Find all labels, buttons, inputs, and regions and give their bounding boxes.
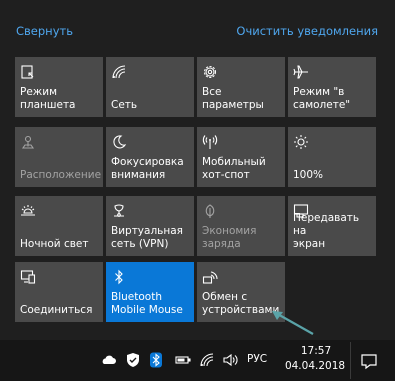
tile-label: Передавать на экран <box>293 212 360 250</box>
tile-network[interactable]: Сеть <box>106 57 194 117</box>
action-center: Свернуть Очистить уведомления Режим план… <box>0 0 395 340</box>
taskbar-divider <box>350 342 351 379</box>
tile-night-light[interactable]: Ночной свет <box>15 196 103 256</box>
clock-date[interactable]: 04.04.2018 <box>283 359 347 374</box>
clear-notifications-link[interactable]: Очистить уведомления <box>236 24 378 38</box>
moon-icon <box>111 134 127 150</box>
tile-label: Ночной свет <box>20 238 89 250</box>
wifi-icon[interactable] <box>199 352 215 368</box>
gear-icon <box>202 64 218 80</box>
action-center-icon[interactable] <box>356 348 382 374</box>
hotspot-icon <box>202 134 218 150</box>
location-icon <box>20 134 36 150</box>
collapse-link[interactable]: Свернуть <box>16 24 73 38</box>
volume-icon[interactable] <box>222 352 238 368</box>
bluetooth-tray-icon[interactable] <box>148 352 164 368</box>
tile-battery-saver[interactable]: Экономия заряда <box>197 196 285 256</box>
tile-airplane-mode[interactable]: Режим "в самолете" <box>288 57 376 117</box>
bluetooth-icon <box>111 269 127 285</box>
tile-label: Режим планшета <box>20 86 76 111</box>
tile-label: Bluetooth Mobile Mouse <box>111 291 183 316</box>
defender-icon[interactable] <box>125 352 141 368</box>
tile-bluetooth[interactable]: Bluetooth Mobile Mouse <box>106 262 194 322</box>
onedrive-icon[interactable] <box>100 352 116 368</box>
battery-saver-icon <box>202 203 218 219</box>
tablet-mode-icon <box>20 64 36 80</box>
tile-label: Все параметры <box>202 86 264 111</box>
tile-mobile-hotspot[interactable]: Мобильный хот-спот <box>197 127 285 187</box>
tile-focus-assist[interactable]: Фокусировка внимания <box>106 127 194 187</box>
tile-all-settings[interactable]: Все параметры <box>197 57 285 117</box>
tile-label: Мобильный хот-спот <box>202 156 266 181</box>
connect-icon <box>20 269 36 285</box>
airplane-icon <box>293 64 309 80</box>
tile-label: Расположение <box>20 169 102 181</box>
tile-label: 100% <box>293 169 324 181</box>
nearby-sharing-icon <box>202 269 218 285</box>
vpn-icon <box>111 203 127 219</box>
night-light-icon <box>20 203 36 219</box>
tile-label: Режим "в самолете" <box>293 86 351 111</box>
tile-label: Сеть <box>111 99 138 111</box>
brightness-icon <box>293 134 309 150</box>
tile-vpn[interactable]: Виртуальная сеть (VPN) <box>106 196 194 256</box>
tile-project[interactable]: Передавать на экран <box>288 196 376 256</box>
tile-label: Соединиться <box>20 304 93 316</box>
battery-icon[interactable] <box>175 352 191 368</box>
tile-location[interactable]: Расположение <box>15 127 103 187</box>
input-language[interactable]: РУС <box>247 353 267 365</box>
clock-time[interactable]: 17:57 <box>291 344 341 359</box>
tile-brightness[interactable]: 100% <box>288 127 376 187</box>
tile-connect[interactable]: Соединиться <box>15 262 103 322</box>
tile-label: Виртуальная сеть (VPN) <box>111 225 183 250</box>
tile-label: Фокусировка внимания <box>111 156 184 181</box>
annotation-arrow-icon <box>272 311 314 335</box>
taskbar: РУС 17:57 04.04.2018 <box>0 340 395 381</box>
network-icon <box>111 64 127 80</box>
tile-tablet-mode[interactable]: Режим планшета <box>15 57 103 117</box>
tile-label: Экономия заряда <box>202 225 257 250</box>
